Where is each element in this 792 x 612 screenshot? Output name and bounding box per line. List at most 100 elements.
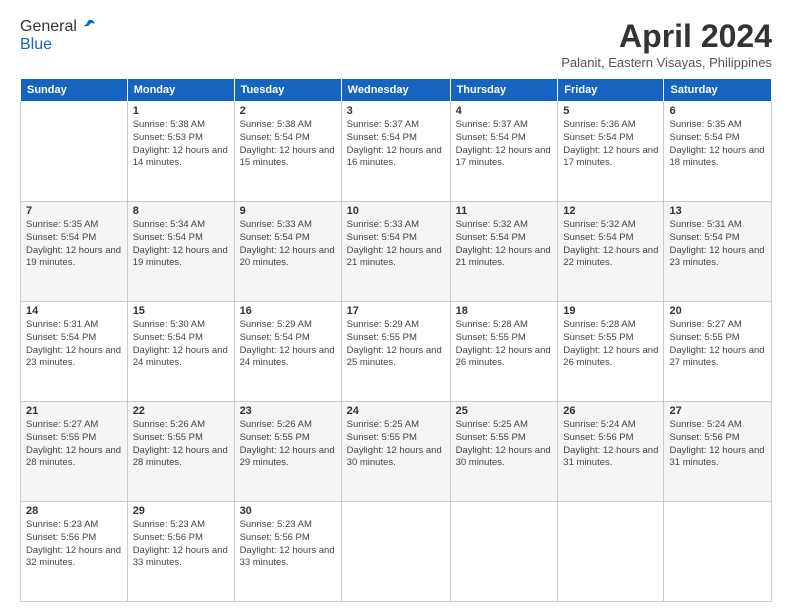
day-cell: 14 Sunrise: 5:31 AMSunset: 5:54 PMDayligh… [21, 302, 128, 402]
day-number: 15 [133, 305, 229, 317]
day-number: 26 [563, 405, 658, 417]
day-cell: 11 Sunrise: 5:32 AMSunset: 5:54 PMDayligh… [450, 202, 558, 302]
day-cell: 28 Sunrise: 5:23 AMSunset: 5:56 PMDayligh… [21, 502, 128, 602]
day-info: Sunrise: 5:32 AMSunset: 5:54 PMDaylight:… [563, 219, 658, 270]
day-info: Sunrise: 5:32 AMSunset: 5:54 PMDaylight:… [456, 219, 553, 270]
day-info: Sunrise: 5:27 AMSunset: 5:55 PMDaylight:… [26, 419, 122, 470]
day-info: Sunrise: 5:25 AMSunset: 5:55 PMDaylight:… [456, 419, 553, 470]
day-info: Sunrise: 5:23 AMSunset: 5:56 PMDaylight:… [133, 519, 229, 570]
calendar-page: General Blue April 2024 Palanit, Eastern… [0, 0, 792, 612]
day-number: 29 [133, 505, 229, 517]
day-cell [21, 102, 128, 202]
location: Palanit, Eastern Visayas, Philippines [561, 55, 772, 70]
day-cell: 13 Sunrise: 5:31 AMSunset: 5:54 PMDayligh… [664, 202, 772, 302]
day-info: Sunrise: 5:29 AMSunset: 5:55 PMDaylight:… [347, 319, 445, 370]
day-cell: 1 Sunrise: 5:38 AMSunset: 5:53 PMDaylight… [127, 102, 234, 202]
day-number: 19 [563, 305, 658, 317]
day-info: Sunrise: 5:28 AMSunset: 5:55 PMDaylight:… [456, 319, 553, 370]
day-cell: 16 Sunrise: 5:29 AMSunset: 5:54 PMDayligh… [234, 302, 341, 402]
day-number: 28 [26, 505, 122, 517]
logo-bird-icon [79, 18, 97, 36]
logo-general: General [20, 18, 77, 36]
day-number: 5 [563, 105, 658, 117]
day-cell: 10 Sunrise: 5:33 AMSunset: 5:54 PMDayligh… [341, 202, 450, 302]
day-cell: 23 Sunrise: 5:26 AMSunset: 5:55 PMDayligh… [234, 402, 341, 502]
day-info: Sunrise: 5:33 AMSunset: 5:54 PMDaylight:… [240, 219, 336, 270]
week-row-1: 1 Sunrise: 5:38 AMSunset: 5:53 PMDaylight… [21, 102, 772, 202]
day-info: Sunrise: 5:23 AMSunset: 5:56 PMDaylight:… [26, 519, 122, 570]
weekday-header-row: SundayMondayTuesdayWednesdayThursdayFrid… [21, 79, 772, 102]
day-cell: 21 Sunrise: 5:27 AMSunset: 5:55 PMDayligh… [21, 402, 128, 502]
day-number: 4 [456, 105, 553, 117]
day-number: 13 [669, 205, 766, 217]
day-info: Sunrise: 5:31 AMSunset: 5:54 PMDaylight:… [669, 219, 766, 270]
day-info: Sunrise: 5:29 AMSunset: 5:54 PMDaylight:… [240, 319, 336, 370]
day-info: Sunrise: 5:26 AMSunset: 5:55 PMDaylight:… [133, 419, 229, 470]
day-cell: 3 Sunrise: 5:37 AMSunset: 5:54 PMDaylight… [341, 102, 450, 202]
day-cell [664, 502, 772, 602]
day-number: 1 [133, 105, 229, 117]
day-number: 22 [133, 405, 229, 417]
day-info: Sunrise: 5:30 AMSunset: 5:54 PMDaylight:… [133, 319, 229, 370]
day-cell: 22 Sunrise: 5:26 AMSunset: 5:55 PMDayligh… [127, 402, 234, 502]
calendar-table: SundayMondayTuesdayWednesdayThursdayFrid… [20, 78, 772, 602]
day-cell: 24Sunrise: 5:25 AMSunset: 5:55 PMDayligh… [341, 402, 450, 502]
weekday-header-tuesday: Tuesday [234, 79, 341, 102]
day-cell: 2 Sunrise: 5:38 AMSunset: 5:54 PMDaylight… [234, 102, 341, 202]
weekday-header-monday: Monday [127, 79, 234, 102]
day-number: 14 [26, 305, 122, 317]
day-info: Sunrise: 5:33 AMSunset: 5:54 PMDaylight:… [347, 219, 445, 270]
day-cell: 27 Sunrise: 5:24 AMSunset: 5:56 PMDayligh… [664, 402, 772, 502]
week-row-5: 28 Sunrise: 5:23 AMSunset: 5:56 PMDayligh… [21, 502, 772, 602]
day-info: Sunrise: 5:26 AMSunset: 5:55 PMDaylight:… [240, 419, 336, 470]
day-number: 21 [26, 405, 122, 417]
day-number: 30 [240, 505, 336, 517]
day-info: Sunrise: 5:24 AMSunset: 5:56 PMDaylight:… [669, 419, 766, 470]
day-cell: 30Sunrise: 5:23 AMSunset: 5:56 PMDayligh… [234, 502, 341, 602]
day-info: Sunrise: 5:28 AMSunset: 5:55 PMDaylight:… [563, 319, 658, 370]
day-info: Sunrise: 5:35 AMSunset: 5:54 PMDaylight:… [26, 219, 122, 270]
day-info: Sunrise: 5:27 AMSunset: 5:55 PMDaylight:… [669, 319, 766, 370]
day-number: 10 [347, 205, 445, 217]
weekday-header-thursday: Thursday [450, 79, 558, 102]
weekday-header-wednesday: Wednesday [341, 79, 450, 102]
logo-blue: Blue [20, 36, 97, 54]
day-number: 11 [456, 205, 553, 217]
day-cell [341, 502, 450, 602]
day-info: Sunrise: 5:31 AMSunset: 5:54 PMDaylight:… [26, 319, 122, 370]
day-number: 2 [240, 105, 336, 117]
day-number: 20 [669, 305, 766, 317]
day-number: 12 [563, 205, 658, 217]
day-cell: 7 Sunrise: 5:35 AMSunset: 5:54 PMDaylight… [21, 202, 128, 302]
day-cell: 26Sunrise: 5:24 AMSunset: 5:56 PMDayligh… [558, 402, 664, 502]
day-cell: 5 Sunrise: 5:36 AMSunset: 5:54 PMDaylight… [558, 102, 664, 202]
day-number: 27 [669, 405, 766, 417]
day-number: 7 [26, 205, 122, 217]
day-number: 18 [456, 305, 553, 317]
day-cell: 9 Sunrise: 5:33 AMSunset: 5:54 PMDaylight… [234, 202, 341, 302]
day-number: 3 [347, 105, 445, 117]
day-cell: 6Sunrise: 5:35 AMSunset: 5:54 PMDaylight… [664, 102, 772, 202]
day-number: 24 [347, 405, 445, 417]
day-number: 16 [240, 305, 336, 317]
week-row-2: 7 Sunrise: 5:35 AMSunset: 5:54 PMDaylight… [21, 202, 772, 302]
title-block: April 2024 Palanit, Eastern Visayas, Phi… [561, 18, 772, 70]
day-number: 17 [347, 305, 445, 317]
day-cell: 17 Sunrise: 5:29 AMSunset: 5:55 PMDayligh… [341, 302, 450, 402]
logo: General Blue [20, 18, 97, 54]
day-info: Sunrise: 5:38 AMSunset: 5:53 PMDaylight:… [133, 119, 229, 170]
day-number: 9 [240, 205, 336, 217]
weekday-header-saturday: Saturday [664, 79, 772, 102]
week-row-3: 14 Sunrise: 5:31 AMSunset: 5:54 PMDayligh… [21, 302, 772, 402]
header: General Blue April 2024 Palanit, Eastern… [20, 18, 772, 70]
day-info: Sunrise: 5:35 AMSunset: 5:54 PMDaylight:… [669, 119, 766, 170]
day-number: 23 [240, 405, 336, 417]
day-cell [558, 502, 664, 602]
day-info: Sunrise: 5:37 AMSunset: 5:54 PMDaylight:… [347, 119, 445, 170]
day-cell: 19 Sunrise: 5:28 AMSunset: 5:55 PMDayligh… [558, 302, 664, 402]
day-info: Sunrise: 5:36 AMSunset: 5:54 PMDaylight:… [563, 119, 658, 170]
weekday-header-friday: Friday [558, 79, 664, 102]
day-info: Sunrise: 5:38 AMSunset: 5:54 PMDaylight:… [240, 119, 336, 170]
day-cell: 25Sunrise: 5:25 AMSunset: 5:55 PMDayligh… [450, 402, 558, 502]
day-cell [450, 502, 558, 602]
